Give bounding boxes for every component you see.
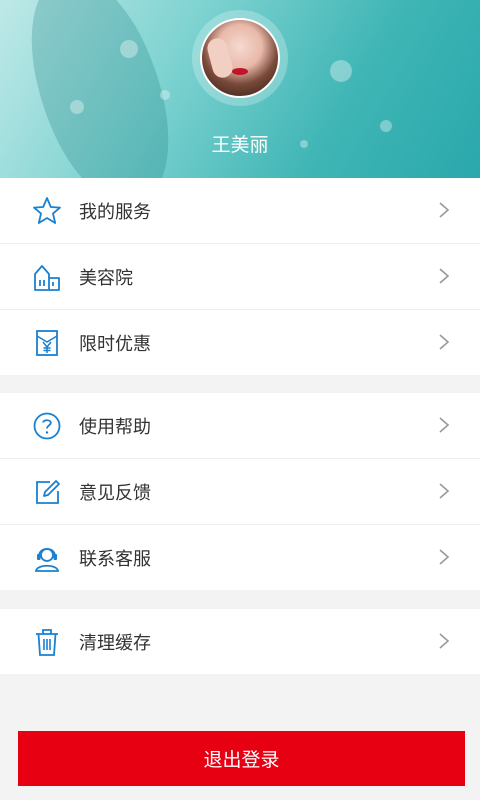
avatar-ring[interactable] [192, 10, 288, 106]
menu-group-1: 我的服务 美容院 限时优惠 [0, 178, 480, 375]
menu-item-feedback[interactable]: 意见反馈 [0, 459, 480, 525]
menu-item-label: 美容院 [79, 267, 133, 289]
logout-button[interactable]: 退出登录 [18, 731, 465, 786]
yen-tag-icon [31, 327, 63, 359]
edit-icon [31, 476, 63, 508]
avatar-hand [205, 36, 235, 80]
chevron-right-icon [439, 417, 450, 433]
help-icon [31, 410, 63, 442]
menu-item-clear-cache[interactable]: 清理缓存 [0, 609, 480, 674]
headset-icon [31, 542, 63, 574]
chevron-right-icon [439, 268, 450, 284]
avatar-lips [232, 68, 248, 75]
menu-item-customer-service[interactable]: 联系客服 [0, 525, 480, 590]
water-drop [330, 60, 352, 82]
chevron-right-icon [439, 483, 450, 499]
water-drop [120, 40, 138, 58]
menu-item-my-services[interactable]: 我的服务 [0, 178, 480, 244]
menu-group-2: 使用帮助 意见反馈 联系客服 [0, 393, 480, 590]
menu-item-label: 意见反馈 [79, 482, 151, 504]
chevron-right-icon [439, 202, 450, 218]
username: 王美丽 [211, 134, 269, 156]
menu-item-label: 使用帮助 [79, 416, 151, 438]
menu-item-help[interactable]: 使用帮助 [0, 393, 480, 459]
menu-item-beauty-salon[interactable]: 美容院 [0, 244, 480, 310]
building-icon [31, 261, 63, 293]
menu-item-limited-offer[interactable]: 限时优惠 [0, 310, 480, 375]
water-drop [70, 100, 84, 114]
profile-header: 王美丽 [0, 0, 480, 178]
chevron-right-icon [439, 549, 450, 565]
menu-item-label: 我的服务 [79, 201, 151, 223]
water-drop [160, 90, 170, 100]
menu-item-label: 清理缓存 [79, 632, 151, 654]
menu-group-3: 清理缓存 [0, 609, 480, 674]
menu-item-label: 联系客服 [79, 548, 151, 570]
avatar[interactable] [200, 18, 280, 98]
menu-item-label: 限时优惠 [79, 333, 151, 355]
chevron-right-icon [439, 334, 450, 350]
chevron-right-icon [439, 633, 450, 649]
trash-icon [31, 626, 63, 658]
star-icon [31, 195, 63, 227]
